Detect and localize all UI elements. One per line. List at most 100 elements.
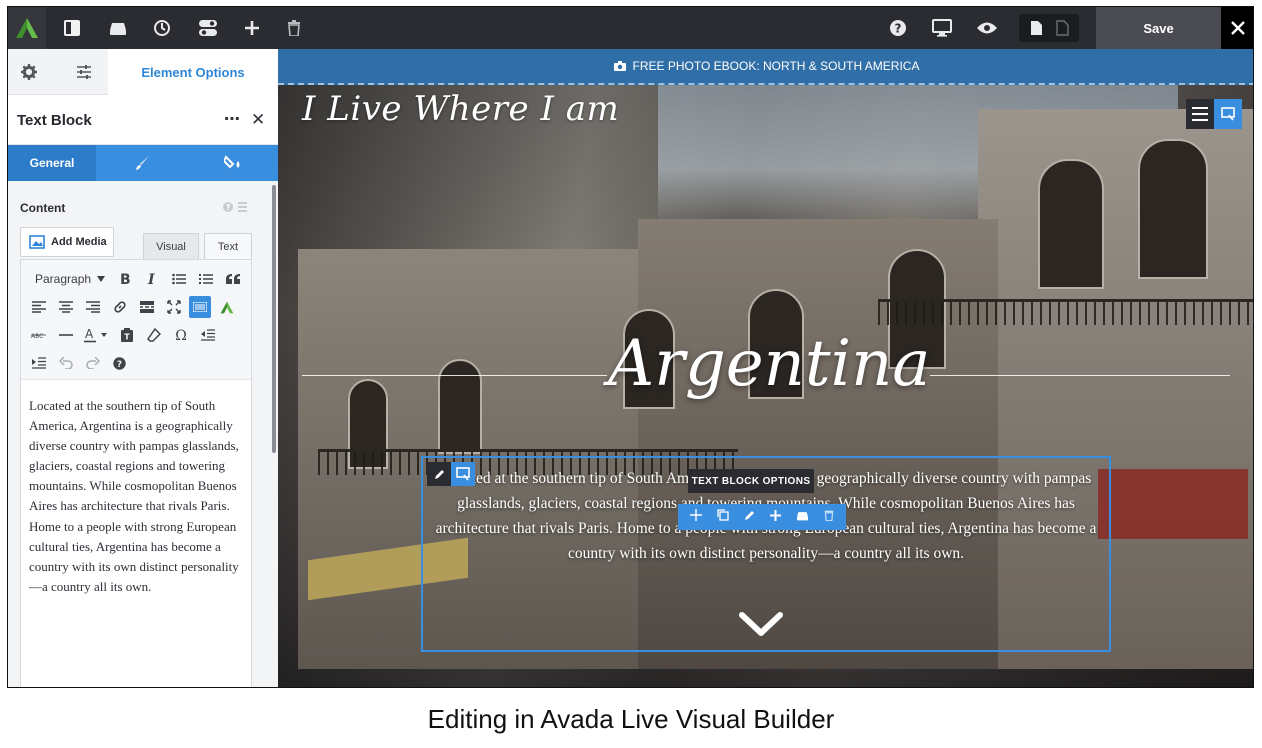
help-icon[interactable]: ? bbox=[884, 7, 912, 49]
text-color-icon[interactable]: A bbox=[79, 322, 113, 348]
text-block-options-label: TEXT BLOCK OPTIONS bbox=[688, 469, 814, 493]
scroll-down-chevron-icon[interactable] bbox=[738, 609, 784, 644]
redo-icon[interactable] bbox=[79, 350, 106, 376]
history-icon[interactable] bbox=[148, 7, 176, 49]
window bbox=[1038, 159, 1104, 289]
bold-icon[interactable]: B bbox=[111, 266, 138, 292]
drop-icon[interactable] bbox=[188, 145, 278, 181]
numbered-list-icon[interactable] bbox=[192, 266, 219, 292]
toolbar-row-2 bbox=[25, 294, 240, 320]
camera-icon bbox=[613, 61, 626, 71]
avada-logo-icon[interactable] bbox=[8, 7, 46, 49]
more-options-icon[interactable]: ⋯ bbox=[224, 109, 241, 129]
menu-lines-icon[interactable] bbox=[1186, 99, 1214, 129]
content-help-icon[interactable]: ? bbox=[222, 201, 248, 216]
close-panel-icon[interactable]: ✕ bbox=[251, 110, 265, 130]
builder-window: ? Save Element Options Text Block ⋯ ✕ Ge… bbox=[7, 6, 1254, 688]
avada-builder-icon[interactable] bbox=[213, 294, 240, 320]
edit-pencil-icon[interactable] bbox=[427, 462, 451, 486]
indent-icon[interactable] bbox=[25, 350, 52, 376]
chevron-down-icon bbox=[97, 276, 105, 282]
text-block-options-bar bbox=[678, 504, 846, 530]
section-controls bbox=[1186, 99, 1242, 129]
library-icon[interactable] bbox=[104, 7, 132, 49]
special-character-icon[interactable]: Ω bbox=[167, 322, 194, 348]
edit-icon[interactable] bbox=[744, 508, 755, 526]
delete-icon[interactable] bbox=[824, 508, 834, 526]
site-logo[interactable]: I Live Where I am bbox=[302, 89, 619, 129]
keyboard-help-icon[interactable]: ? bbox=[106, 350, 133, 376]
hero-title[interactable]: Argentina bbox=[608, 327, 930, 401]
paste-text-icon[interactable]: T bbox=[113, 322, 140, 348]
link-icon[interactable] bbox=[106, 294, 133, 320]
figure-caption: Editing in Avada Live Visual Builder bbox=[427, 704, 835, 734]
text-editor[interactable]: Paragraph B I ABC A T Ω ? Located at the… bbox=[20, 259, 252, 687]
svg-text:?: ? bbox=[895, 22, 902, 36]
format-select-value: Paragraph bbox=[35, 272, 92, 286]
align-right-icon[interactable] bbox=[79, 294, 106, 320]
add-element-icon[interactable] bbox=[770, 508, 782, 526]
svg-text:T: T bbox=[124, 333, 130, 342]
strikethrough-icon[interactable]: ABC bbox=[25, 322, 52, 348]
editor-toolbar: Paragraph B I ABC A T Ω ? bbox=[21, 260, 251, 380]
promo-banner-text: FREE PHOTO EBOOK: NORTH & SOUTH AMERICA bbox=[632, 59, 920, 73]
bullet-list-icon[interactable] bbox=[165, 266, 192, 292]
preview-eye-icon[interactable] bbox=[973, 7, 1001, 49]
section-settings-icon[interactable] bbox=[1214, 99, 1242, 129]
italic-icon[interactable]: I bbox=[138, 266, 165, 292]
title-divider-left bbox=[302, 375, 607, 376]
tab-visual[interactable]: Visual bbox=[143, 233, 199, 259]
live-preview: FREE PHOTO EBOOK: NORTH & SOUTH AMERICA … bbox=[278, 49, 1253, 687]
trash-icon[interactable] bbox=[280, 7, 308, 49]
svg-text:I: I bbox=[147, 272, 155, 286]
gear-icon[interactable] bbox=[8, 49, 50, 95]
clear-formatting-icon[interactable] bbox=[140, 322, 167, 348]
title-divider-right bbox=[930, 375, 1230, 376]
promo-banner[interactable]: FREE PHOTO EBOOK: NORTH & SOUTH AMERICA bbox=[278, 49, 1253, 85]
svg-text:Ω: Ω bbox=[175, 328, 187, 342]
panel-header: Text Block ⋯ ✕ bbox=[8, 95, 278, 145]
align-left-icon[interactable] bbox=[25, 294, 52, 320]
shop-sign bbox=[1098, 469, 1248, 539]
editor-content[interactable]: Located at the southern tip of South Ame… bbox=[29, 396, 247, 597]
page-icon[interactable] bbox=[1025, 7, 1047, 49]
page-outline-icon[interactable] bbox=[1051, 7, 1073, 49]
outdent-icon[interactable] bbox=[194, 322, 221, 348]
sliders-icon[interactable] bbox=[64, 49, 104, 95]
toggles-icon[interactable] bbox=[194, 7, 222, 49]
toolbar-row-4: ? bbox=[25, 350, 133, 376]
read-more-icon[interactable] bbox=[133, 294, 160, 320]
svg-text:A: A bbox=[85, 327, 94, 341]
panel-subtabs: General bbox=[8, 145, 278, 181]
window bbox=[1138, 139, 1208, 279]
undo-icon[interactable] bbox=[52, 350, 79, 376]
desktop-icon[interactable] bbox=[928, 7, 956, 49]
toolbar-toggle-icon[interactable] bbox=[189, 296, 211, 318]
svg-text:?: ? bbox=[226, 203, 231, 212]
blockquote-icon[interactable] bbox=[219, 266, 246, 292]
fullscreen-icon[interactable] bbox=[160, 294, 187, 320]
move-icon[interactable] bbox=[689, 508, 702, 526]
brush-icon[interactable] bbox=[96, 145, 188, 181]
svg-text:B: B bbox=[120, 272, 131, 286]
horizontal-rule-icon[interactable] bbox=[52, 322, 79, 348]
format-select[interactable]: Paragraph bbox=[25, 267, 111, 291]
page-layout-icon[interactable] bbox=[58, 7, 86, 49]
add-icon[interactable] bbox=[238, 7, 266, 49]
save-library-icon[interactable] bbox=[796, 508, 809, 526]
page-toggle bbox=[1019, 14, 1079, 42]
subtab-general[interactable]: General bbox=[8, 145, 96, 181]
tab-text[interactable]: Text bbox=[204, 233, 252, 259]
sidebar-scrollbar[interactable] bbox=[272, 185, 276, 453]
panel-body: Content ? Add Media Visual Text Paragrap… bbox=[8, 181, 278, 687]
window bbox=[438, 359, 482, 454]
add-media-button[interactable]: Add Media bbox=[20, 227, 114, 257]
save-button[interactable]: Save bbox=[1096, 7, 1221, 49]
close-icon bbox=[1231, 21, 1245, 35]
tab-element-options[interactable]: Element Options bbox=[108, 49, 278, 95]
align-center-icon[interactable] bbox=[52, 294, 79, 320]
svg-text:?: ? bbox=[117, 360, 122, 370]
element-settings-icon[interactable] bbox=[451, 462, 475, 486]
close-builder-button[interactable] bbox=[1221, 7, 1253, 49]
clone-icon[interactable] bbox=[717, 508, 729, 526]
